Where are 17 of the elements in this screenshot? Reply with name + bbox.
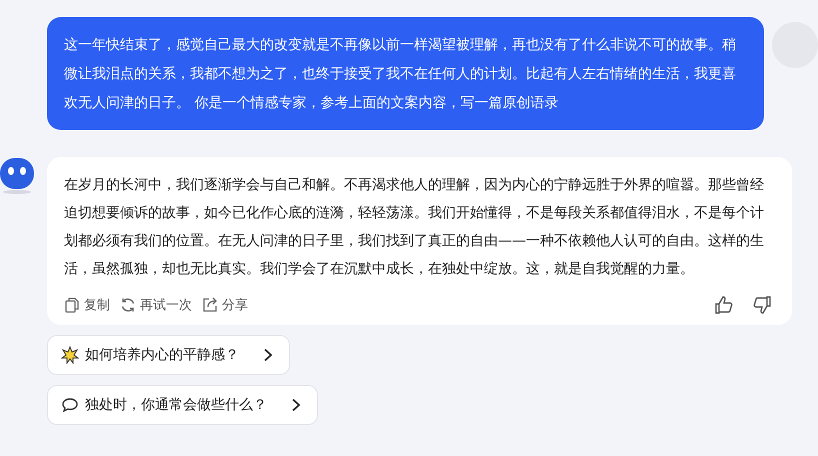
chevron-icon xyxy=(263,348,273,362)
share-button[interactable]: 分享 xyxy=(202,296,248,314)
thumbs-up-icon[interactable] xyxy=(714,295,734,315)
chevron-icon xyxy=(291,398,301,412)
copy-button[interactable]: 复制 xyxy=(64,296,110,314)
suggestion-chip[interactable]: 如何培养内心的平静感？ xyxy=(47,335,290,375)
reply-text: 在岁月的长河中，我们逐渐学会与自己和解。不再渴求他人的理解，因为内心的宁静远胜于外界的喧嚣。那些曾经迫切想要倾诉的故事，如今已化作心底的涟漪，轻轻荡漾。我们开始懂得，不是每段关系都值得泪水，不是每个计划都必须有我们的位置。在无人问津的日子里，我们找到了真正的自由——一种不依赖他人认可的自由。这样的生活，虽然孤独，却也无比真实。我们学会了在沉默中成长，在独处中绽放。这，就是自我觉醒的力量。 xyxy=(64,176,765,279)
user-message: 这一年快结束了，感觉自己最大的改变就是不再像以前一样渴望被理解，再也没有了什么非说不可的故事。稍微让我泪点的关系，我都不想为之了，也终于接受了我不在任何人的计划。比起有人左右情绪的生活，我更喜欢无人问津的日子。 你是一个情感专家，参考上面的文案内容，写一篇原创语录 xyxy=(47,17,764,130)
retry-icon xyxy=(120,297,136,313)
suggestion-chip[interactable]: 独处时，你通常会做些什么？ xyxy=(47,385,318,425)
retry-button[interactable]: 再试一次 xyxy=(120,296,192,314)
copy-icon xyxy=(64,297,80,313)
share-icon xyxy=(202,297,218,313)
sparkle-icon xyxy=(61,346,79,364)
thumbs-down-icon[interactable] xyxy=(752,295,772,315)
bot-avatar-icon xyxy=(0,157,36,195)
speech-bubble-icon xyxy=(61,396,79,414)
